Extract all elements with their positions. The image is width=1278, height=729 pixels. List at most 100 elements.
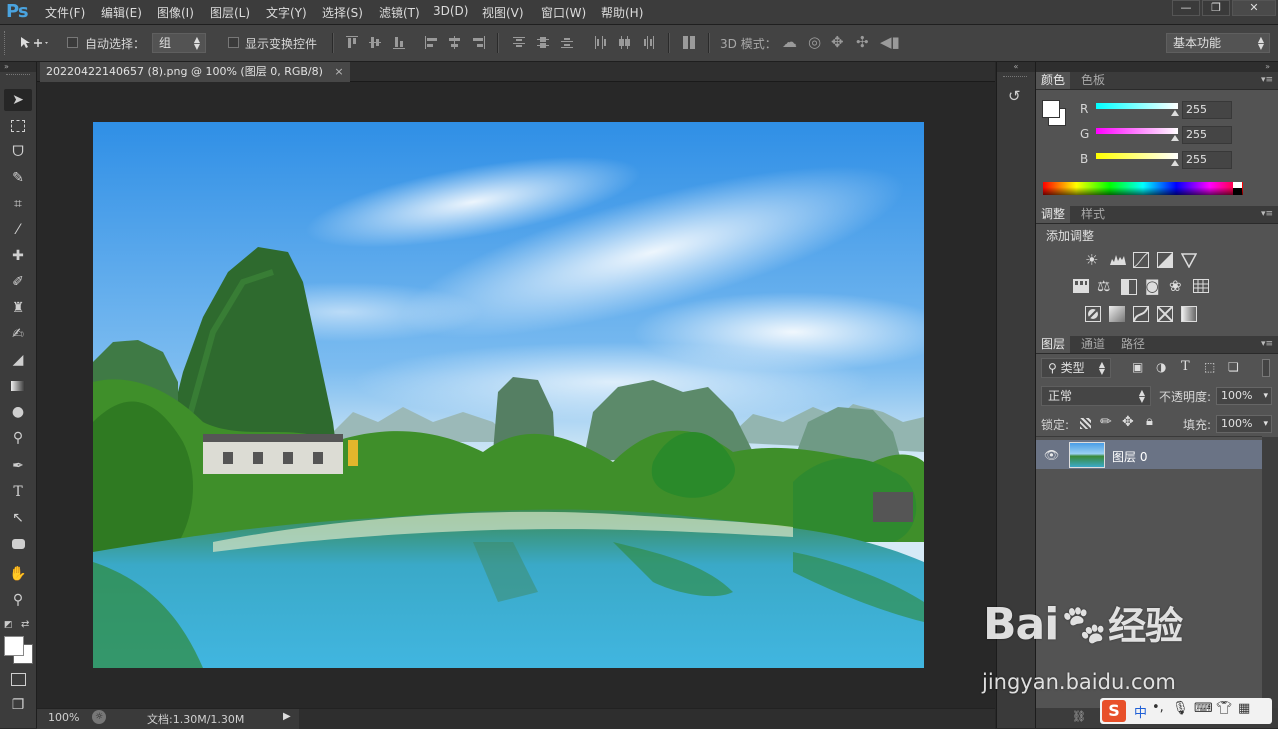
color-balance-icon[interactable]: ⚖ bbox=[1097, 278, 1113, 294]
default-colors-icon[interactable]: ◩ bbox=[4, 620, 13, 630]
align-vcenter-icon[interactable] bbox=[369, 36, 381, 49]
microphone-icon[interactable]: 🎙︎ bbox=[1172, 701, 1189, 716]
blur-tool[interactable]: ● bbox=[4, 401, 32, 423]
canvas-area[interactable] bbox=[37, 82, 995, 708]
skin-icon[interactable]: 👕︎ bbox=[1216, 701, 1233, 716]
show-transform-checkbox[interactable] bbox=[228, 37, 239, 48]
threshold-icon[interactable] bbox=[1133, 306, 1149, 322]
workspace-dropdown[interactable]: 基本功能 ▲ ▼ bbox=[1166, 33, 1270, 53]
gradient-tool[interactable] bbox=[4, 375, 32, 397]
channel-g-slider[interactable] bbox=[1096, 128, 1178, 134]
distribute-hcenter-icon[interactable] bbox=[618, 36, 630, 49]
tab-layers[interactable]: 图层 bbox=[1036, 336, 1071, 353]
close-window-button[interactable]: ✕ bbox=[1232, 0, 1276, 16]
auto-select-dropdown[interactable]: 组 ▲ ▼ bbox=[152, 33, 206, 53]
align-top-icon[interactable] bbox=[346, 36, 358, 49]
status-info-icon[interactable]: ☼ bbox=[92, 710, 106, 724]
tab-channels[interactable]: 通道 bbox=[1076, 336, 1110, 353]
3d-slide-icon[interactable]: ✣ bbox=[856, 33, 869, 51]
slider-thumb-icon[interactable] bbox=[1171, 110, 1179, 116]
layers-scrollbar[interactable] bbox=[1262, 437, 1278, 708]
filter-pixel-icon[interactable]: ▣ bbox=[1132, 360, 1143, 374]
brush-tool[interactable]: ✐ bbox=[4, 271, 32, 293]
menu-help[interactable]: 帮助(H) bbox=[601, 4, 643, 21]
foreground-color-swatch[interactable] bbox=[1042, 100, 1060, 118]
panel-menu-icon[interactable]: ▾≡ bbox=[1261, 75, 1273, 85]
menu-filter[interactable]: 滤镜(T) bbox=[379, 4, 420, 21]
filter-toggle-switch[interactable] bbox=[1262, 359, 1270, 377]
levels-icon[interactable] bbox=[1109, 252, 1126, 268]
minimize-button[interactable]: — bbox=[1172, 0, 1200, 16]
filter-smart-object-icon[interactable]: ❏ bbox=[1228, 360, 1239, 374]
black-swatch[interactable] bbox=[1233, 188, 1242, 195]
quick-select-tool[interactable]: ✎ bbox=[4, 167, 32, 189]
type-tool[interactable]: T bbox=[4, 481, 32, 503]
color-lookup-icon[interactable] bbox=[1193, 279, 1209, 295]
menu-file[interactable]: 文件(F) bbox=[45, 4, 85, 21]
channel-b-input[interactable]: 255 bbox=[1182, 151, 1232, 169]
toolbox-icon[interactable]: ▦ bbox=[1238, 701, 1250, 716]
menu-view[interactable]: 视图(V) bbox=[482, 4, 524, 21]
align-hcenter-icon[interactable] bbox=[448, 36, 460, 49]
align-right-icon[interactable] bbox=[472, 36, 485, 49]
shape-tool[interactable] bbox=[4, 533, 32, 555]
eyedropper-tool[interactable]: ⁄ bbox=[4, 219, 32, 241]
lock-pixels-icon[interactable]: ✏ bbox=[1100, 414, 1112, 430]
status-menu-arrow-icon[interactable]: ▶ bbox=[283, 711, 291, 722]
pen-tool[interactable]: ✒ bbox=[4, 455, 32, 477]
collapse-toggle-icon[interactable]: » bbox=[0, 62, 36, 72]
grip-handle[interactable] bbox=[1003, 76, 1027, 79]
healing-brush-tool[interactable]: ✚ bbox=[4, 245, 32, 267]
selective-color-icon[interactable] bbox=[1157, 306, 1173, 322]
slider-thumb-icon[interactable] bbox=[1171, 135, 1179, 141]
color-spectrum-bar[interactable] bbox=[1043, 182, 1243, 195]
channel-b-slider[interactable] bbox=[1096, 153, 1178, 159]
filter-adjustment-icon[interactable]: ◑ bbox=[1156, 360, 1166, 374]
tab-styles[interactable]: 样式 bbox=[1076, 206, 1110, 223]
menu-layer[interactable]: 图层(L) bbox=[210, 4, 250, 21]
layer-filter-dropdown[interactable]: ⚲ 类型 ▲ ▼ bbox=[1041, 358, 1111, 378]
grip-handle[interactable] bbox=[4, 31, 8, 55]
crop-tool[interactable]: ⌗ bbox=[4, 193, 32, 215]
lasso-tool[interactable]: ᗜ bbox=[4, 141, 32, 163]
filter-type-icon[interactable]: T bbox=[1181, 359, 1190, 374]
grip-handle[interactable] bbox=[6, 74, 30, 77]
invert-icon[interactable] bbox=[1085, 306, 1101, 322]
channel-mixer-icon[interactable]: ❀ bbox=[1169, 278, 1185, 294]
ime-mode[interactable]: 中 bbox=[1134, 702, 1147, 721]
zoom-tool[interactable]: ⚲ bbox=[4, 589, 32, 611]
lock-transparency-icon[interactable] bbox=[1080, 418, 1091, 429]
exposure-icon[interactable] bbox=[1157, 252, 1173, 268]
link-layers-icon[interactable]: ⛓ bbox=[1072, 710, 1086, 723]
dodge-tool[interactable]: ⚲ bbox=[4, 427, 32, 449]
3d-pan-icon[interactable]: ✥ bbox=[831, 33, 844, 51]
menu-image[interactable]: 图像(I) bbox=[157, 4, 194, 21]
align-bottom-icon[interactable] bbox=[393, 36, 405, 49]
sogou-logo-icon[interactable]: S bbox=[1102, 700, 1126, 722]
3d-roll-icon[interactable]: ◎ bbox=[808, 33, 821, 51]
vibrance-icon[interactable] bbox=[1180, 252, 1198, 269]
brightness-icon[interactable]: ☀ bbox=[1085, 252, 1101, 268]
distribute-top-icon[interactable] bbox=[513, 36, 525, 49]
lock-all-icon[interactable]: 🔒︎ bbox=[1146, 414, 1153, 429]
horizontal-scrollbar[interactable] bbox=[299, 709, 995, 729]
screen-mode-icon[interactable]: ❐ bbox=[4, 694, 32, 716]
hand-tool[interactable]: ✋ bbox=[4, 563, 32, 585]
tab-color[interactable]: 颜色 bbox=[1036, 72, 1071, 89]
move-tool[interactable]: ➤ bbox=[4, 89, 32, 111]
auto-align-layers-icon[interactable] bbox=[683, 36, 695, 49]
history-brush-tool[interactable]: ✍ bbox=[4, 323, 32, 345]
tab-adjustments[interactable]: 调整 bbox=[1036, 206, 1071, 223]
menu-type[interactable]: 文字(Y) bbox=[266, 4, 307, 21]
menu-edit[interactable]: 编辑(E) bbox=[101, 4, 142, 21]
menu-window[interactable]: 窗口(W) bbox=[541, 4, 586, 21]
channel-g-input[interactable]: 255 bbox=[1182, 126, 1232, 144]
panel-menu-icon[interactable]: ▾≡ bbox=[1261, 339, 1273, 349]
menu-3d[interactable]: 3D(D) bbox=[433, 4, 468, 18]
hue-saturation-icon[interactable] bbox=[1073, 279, 1089, 295]
foreground-color-swatch[interactable] bbox=[4, 636, 24, 656]
opacity-input[interactable]: 100% ▾ bbox=[1216, 387, 1272, 405]
quick-mask-icon[interactable] bbox=[4, 668, 32, 690]
eye-visibility-icon[interactable]: 👁︎ bbox=[1044, 448, 1059, 462]
eraser-tool[interactable]: ◢ bbox=[4, 349, 32, 371]
